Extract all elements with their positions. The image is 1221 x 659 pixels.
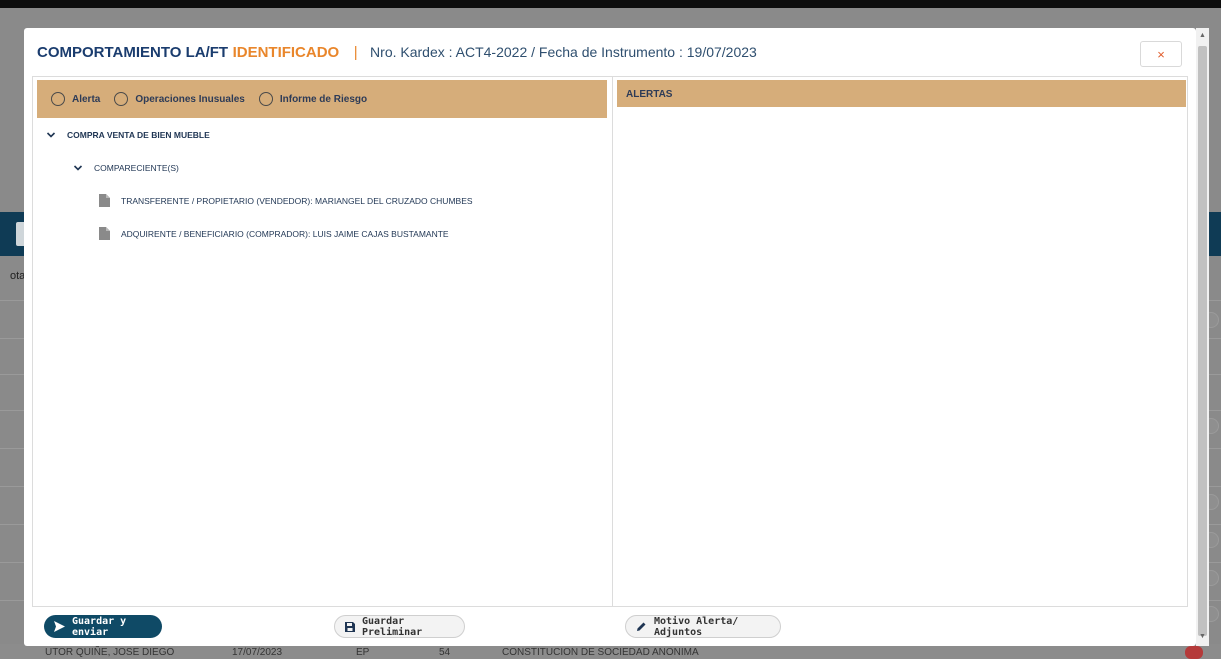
- modal-header: COMPORTAMIENTO LA/FT IDENTIFICADO | Nro.…: [37, 44, 757, 64]
- left-panel: Alerta Operaciones Inusuales Informe de …: [32, 76, 612, 607]
- save-and-send-label: Guardar y enviar: [72, 615, 127, 638]
- tree-node-label: COMPRA VENTA DE BIEN MUEBLE: [67, 130, 210, 140]
- chevron-down-icon[interactable]: [46, 130, 56, 140]
- right-panel: ALERTAS: [612, 76, 1188, 607]
- scroll-down-icon[interactable]: ▼: [1198, 632, 1207, 641]
- behavior-modal: COMPORTAMIENTO LA/FT IDENTIFICADO | Nro.…: [24, 28, 1196, 646]
- kardex-meta: Nro. Kardex : ACT4-2022 / Fecha de Instr…: [370, 44, 757, 60]
- option-bar: Alerta Operaciones Inusuales Informe de …: [37, 80, 607, 118]
- option-operaciones-inusuales[interactable]: Operaciones Inusuales: [114, 92, 245, 106]
- option-informe-de-riesgo[interactable]: Informe de Riesgo: [258, 92, 368, 106]
- save-and-send-button[interactable]: Guardar y enviar: [44, 615, 162, 638]
- send-icon: [54, 621, 65, 632]
- tree-leaf-label: TRANSFERENTE / PROPIETARIO (VENDEDOR): M…: [121, 195, 473, 206]
- alert-reason-button[interactable]: Motivo Alerta/ Adjuntos: [625, 615, 781, 638]
- background-column-label: ota: [10, 270, 26, 282]
- background-top-bar: [0, 0, 1221, 8]
- close-button[interactable]: ×: [1140, 41, 1182, 67]
- scroll-up-icon[interactable]: ▲: [1198, 31, 1207, 40]
- tree-node-label: COMPARECIENTE(S): [94, 163, 179, 173]
- save-draft-label: Guardar Preliminar: [362, 615, 423, 638]
- alert-reason-label: Motivo Alerta/ Adjuntos: [654, 615, 739, 638]
- tree-node-comparecientes[interactable]: COMPARECIENTE(S): [73, 163, 179, 173]
- background-cell: 54: [439, 647, 451, 658]
- background-cell: CONSTITUCION DE SOCIEDAD ANONIMA: [502, 647, 699, 658]
- close-icon: ×: [1157, 46, 1165, 62]
- chevron-down-icon[interactable]: [73, 163, 83, 173]
- tree-node-root[interactable]: COMPRA VENTA DE BIEN MUEBLE: [46, 130, 210, 140]
- scroll-thumb[interactable]: [1198, 46, 1207, 636]
- page-scrollbar[interactable]: ▲ ▼: [1196, 28, 1209, 646]
- tree-leaf-adquirente[interactable]: ADQUIRENTE / BENEFICIARIO (COMPRADOR): L…: [99, 227, 449, 240]
- save-draft-button[interactable]: Guardar Preliminar: [334, 615, 465, 638]
- modal-title: COMPORTAMIENTO LA/FT: [37, 44, 229, 61]
- modal-title-accent: IDENTIFICADO: [232, 44, 340, 61]
- save-icon: [345, 621, 355, 632]
- title-separator: |: [353, 44, 358, 61]
- option-label: Alerta: [72, 93, 101, 105]
- option-label: Informe de Riesgo: [279, 93, 368, 105]
- document-icon: [99, 194, 110, 207]
- tree-leaf-label: ADQUIRENTE / BENEFICIARIO (COMPRADOR): L…: [121, 228, 449, 239]
- background-table-row: UTOR QUIÑE, JOSE DIEGO 17/07/2023 EP 54 …: [0, 644, 1221, 659]
- background-cell: UTOR QUIÑE, JOSE DIEGO: [45, 647, 175, 658]
- tree-leaf-transferente[interactable]: TRANSFERENTE / PROPIETARIO (VENDEDOR): M…: [99, 194, 473, 207]
- option-label: Operaciones Inusuales: [135, 93, 245, 105]
- option-alerta[interactable]: Alerta: [51, 92, 100, 106]
- background-cell: EP: [356, 647, 370, 658]
- pencil-icon: [636, 621, 647, 632]
- alerts-header: ALERTAS: [617, 80, 1186, 107]
- background-cell: 17/07/2023: [232, 647, 283, 658]
- document-icon: [99, 227, 110, 240]
- radio-icon[interactable]: [51, 92, 65, 106]
- radio-icon[interactable]: [258, 92, 273, 106]
- radio-icon[interactable]: [114, 92, 129, 106]
- background-delete-button: [1185, 646, 1203, 659]
- alerts-header-label: ALERTAS: [626, 89, 673, 100]
